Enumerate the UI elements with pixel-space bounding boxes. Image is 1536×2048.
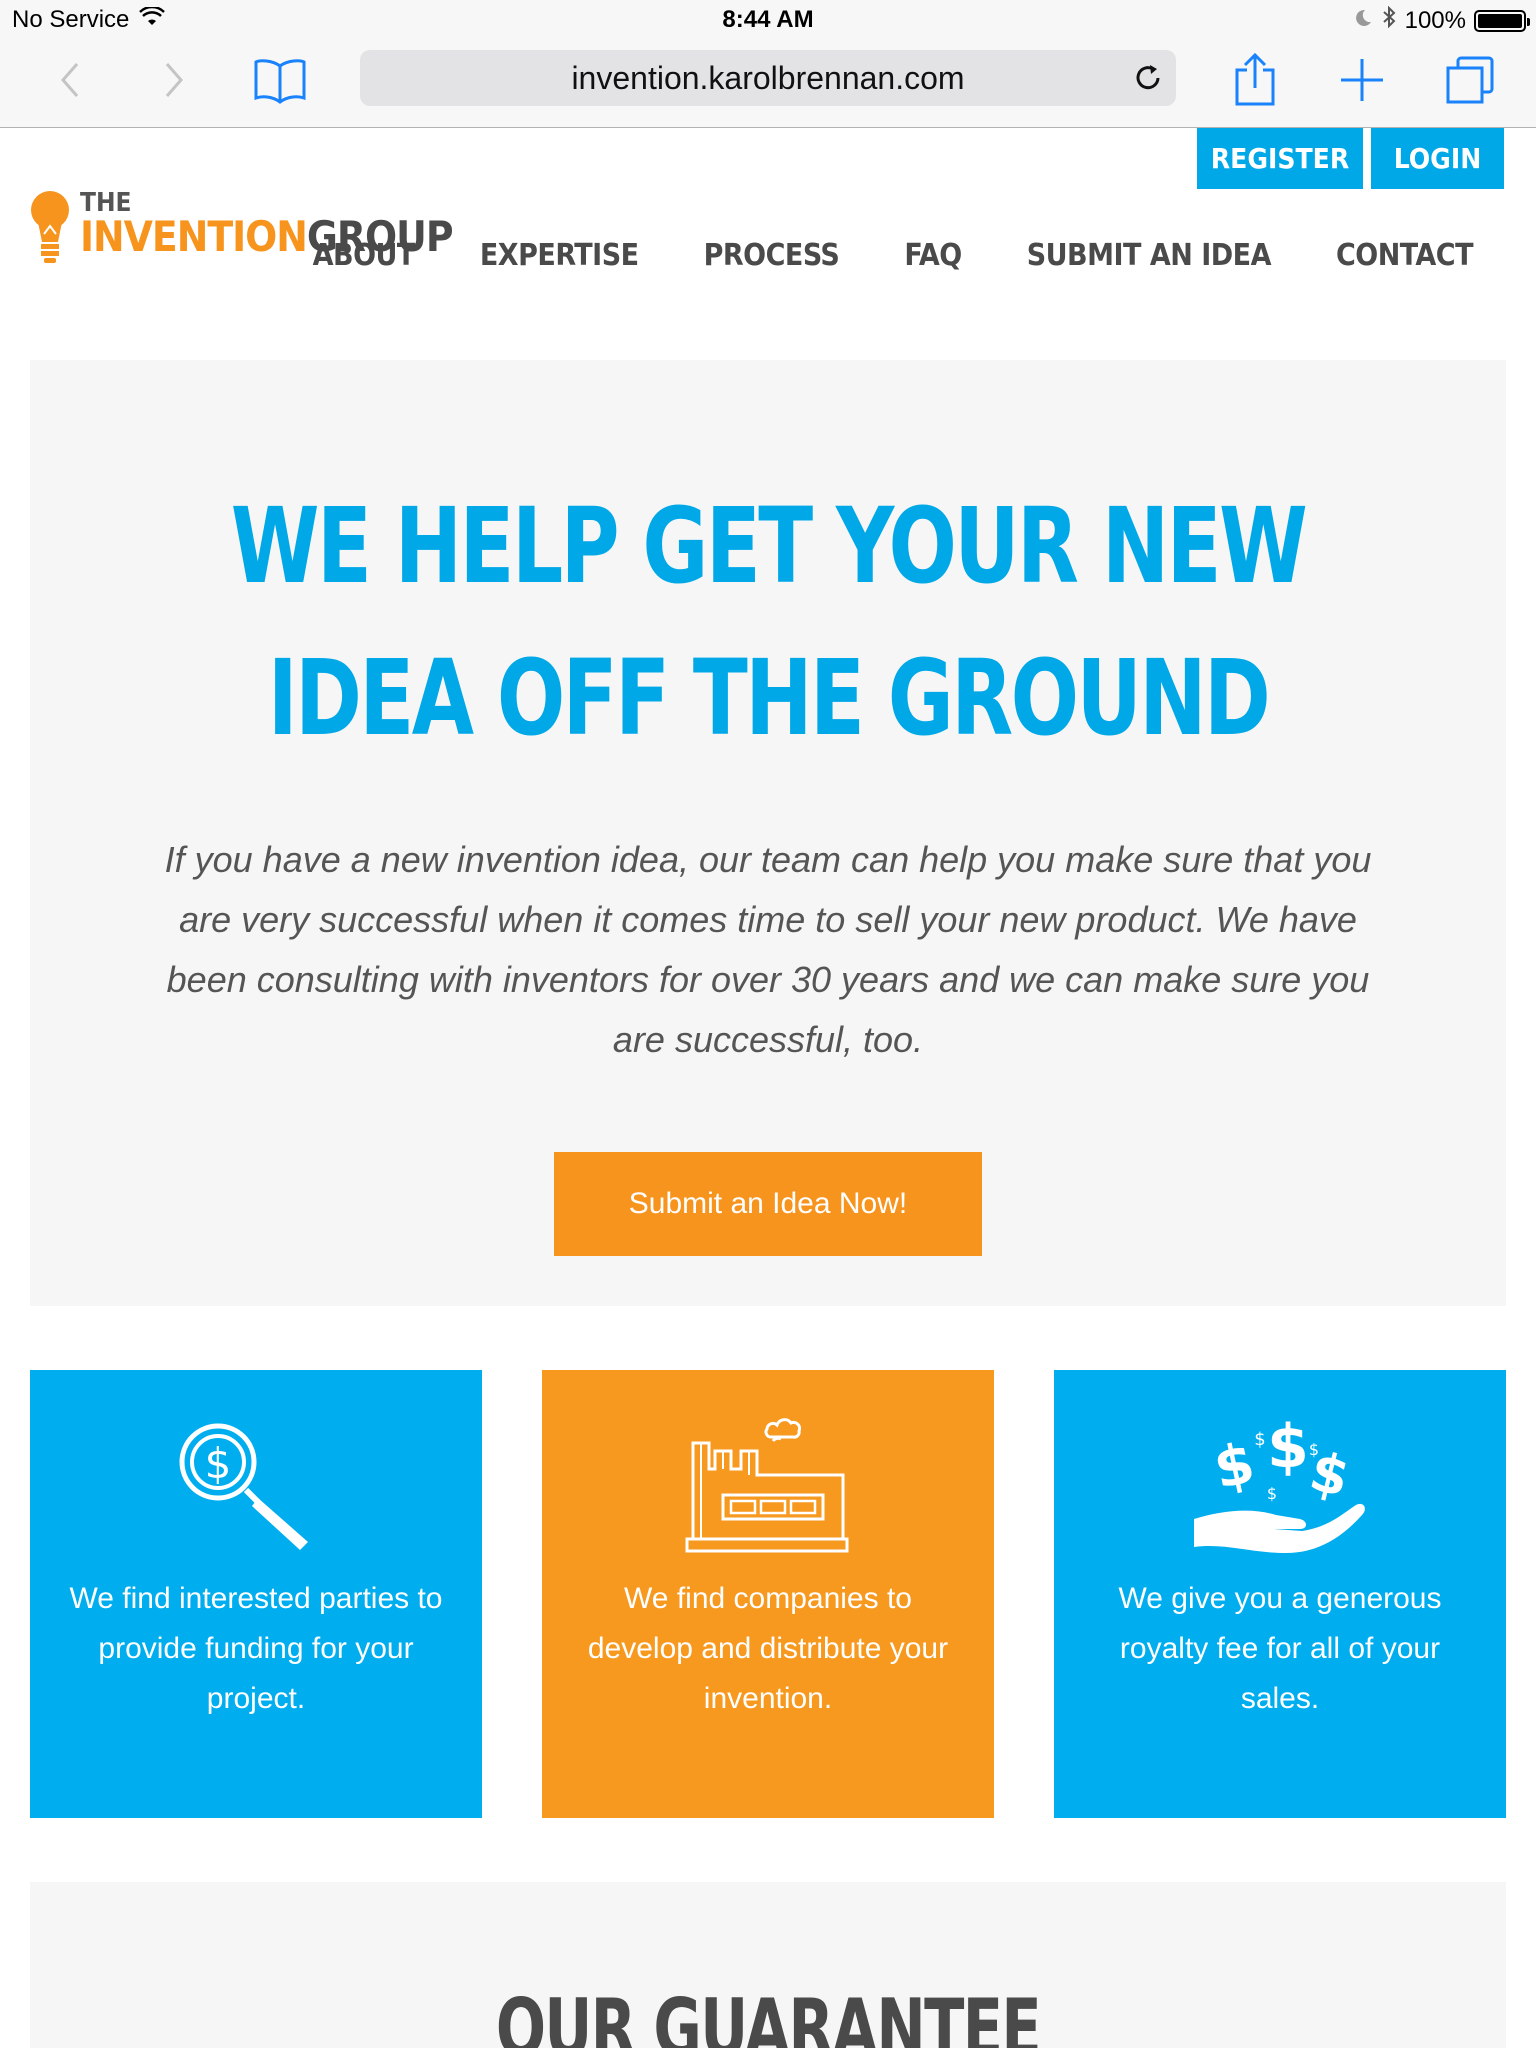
tabs-icon[interactable] xyxy=(1438,48,1502,112)
factory-icon xyxy=(542,1410,994,1560)
reload-icon[interactable] xyxy=(1130,60,1166,96)
feature-royalty: $ $ $ $ $ $ We give you a generous royalty fe… xyxy=(1054,1370,1506,1818)
svg-text:$: $ xyxy=(1267,1484,1277,1503)
nav-contact[interactable]: CONTACT xyxy=(1336,238,1474,273)
bookmarks-icon[interactable] xyxy=(248,48,312,112)
money-hand-icon: $ $ $ $ $ $ xyxy=(1054,1410,1506,1560)
bluetooth-icon xyxy=(1381,5,1397,35)
account-buttons: REGISTER LOGIN xyxy=(1197,128,1504,189)
nav-process[interactable]: PROCESS xyxy=(704,238,840,273)
guarantee-title: OUR GUARANTEE xyxy=(495,1982,1042,2048)
share-icon[interactable] xyxy=(1223,48,1287,112)
hero-title: WE HELP GET YOUR NEW IDEA OFF THE GROUND xyxy=(230,485,1308,759)
register-button[interactable]: REGISTER xyxy=(1197,128,1363,189)
feature-tiles: $ We find interested parties to provide … xyxy=(30,1370,1506,1818)
svg-text:$: $ xyxy=(1254,1429,1265,1450)
svg-text:$: $ xyxy=(1267,1415,1309,1482)
status-bar: No Service 8:44 AM 100% xyxy=(0,0,1536,40)
svg-text:$: $ xyxy=(1309,1440,1319,1459)
battery-fill xyxy=(1478,13,1522,28)
svg-text:$: $ xyxy=(205,1439,232,1488)
moon-icon xyxy=(1353,7,1373,35)
nav-expertise[interactable]: EXPERTISE xyxy=(480,238,639,273)
login-button[interactable]: LOGIN xyxy=(1371,128,1504,189)
nav-submit-an-idea[interactable]: SUBMIT AN IDEA xyxy=(1027,238,1272,273)
guarantee-section: OUR GUARANTEE xyxy=(30,1882,1506,2048)
hero-text: If you have a new invention idea, our te… xyxy=(164,839,1372,1060)
clock: 8:44 AM xyxy=(722,6,814,33)
feature-text: We find companies to develop and distrib… xyxy=(587,1582,949,1715)
battery-percent: 100% xyxy=(1404,6,1466,34)
browser-toolbar: invention.karolbrennan.com xyxy=(0,40,1536,128)
url-field[interactable]: invention.karolbrennan.com xyxy=(360,50,1176,106)
hero-section: WE HELP GET YOUR NEW IDEA OFF THE GROUND… xyxy=(30,360,1506,1306)
money-search-icon: $ xyxy=(30,1410,482,1560)
battery-icon xyxy=(1474,9,1530,32)
url-text: invention.karolbrennan.com xyxy=(571,59,965,96)
logo-invention: INVENTION xyxy=(80,212,308,261)
feature-text: We give you a generous royalty fee for a… xyxy=(1118,1582,1442,1715)
main-nav: ABOUT EXPERTISE PROCESS FAQ SUBMIT AN ID… xyxy=(313,238,1474,273)
nav-faq[interactable]: FAQ xyxy=(904,238,962,273)
lightbulb-icon xyxy=(30,190,70,273)
feature-development: We find companies to develop and distrib… xyxy=(542,1370,994,1818)
status-right: 100% xyxy=(1353,5,1530,35)
back-button[interactable] xyxy=(38,48,102,112)
nav-about[interactable]: ABOUT xyxy=(313,238,416,273)
submit-idea-button[interactable]: Submit an Idea Now! xyxy=(554,1152,982,1256)
new-tab-icon[interactable] xyxy=(1330,48,1394,112)
feature-funding: $ We find interested parties to provide … xyxy=(30,1370,482,1818)
svg-text:$: $ xyxy=(1208,1431,1260,1503)
forward-button[interactable] xyxy=(142,48,206,112)
feature-text: We find interested parties to provide fu… xyxy=(69,1582,443,1715)
